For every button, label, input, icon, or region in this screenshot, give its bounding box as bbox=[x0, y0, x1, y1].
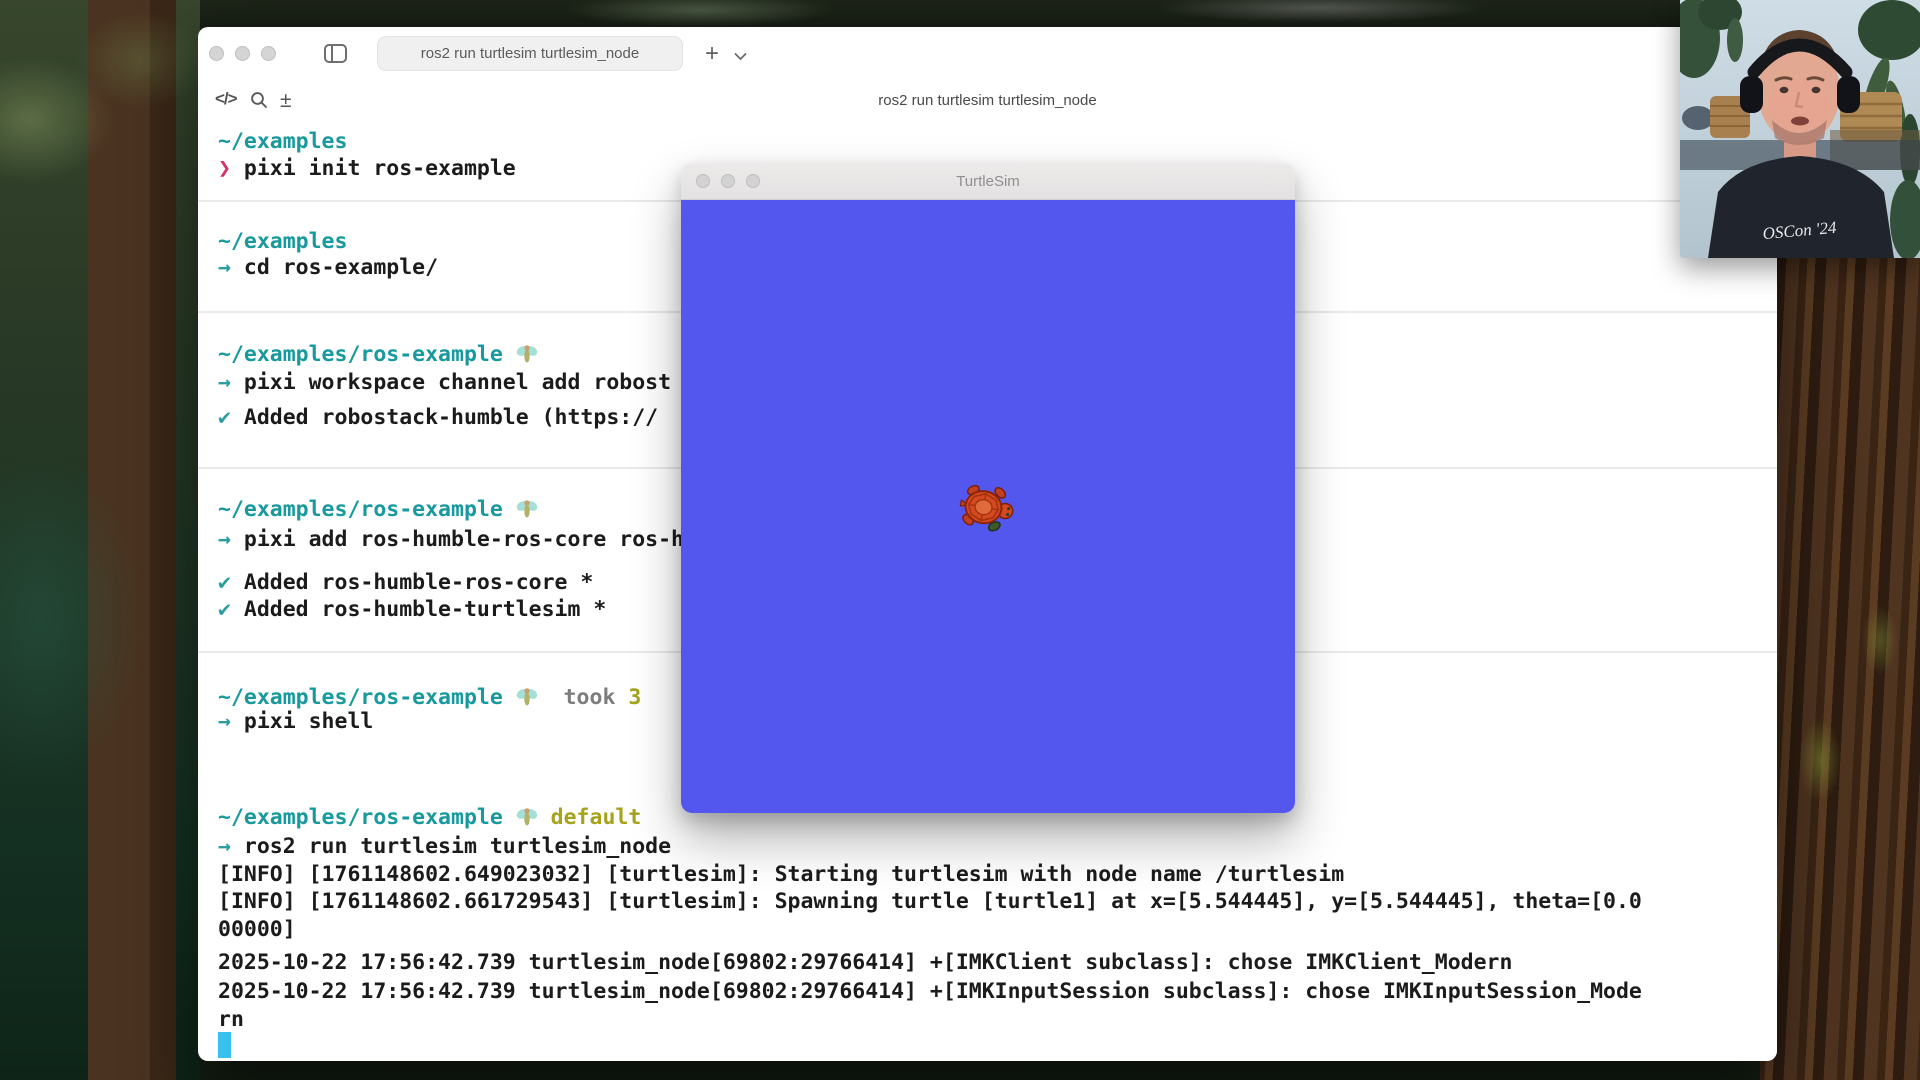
tab-label: ros2 run turtlesim turtlesim_node bbox=[421, 45, 639, 62]
terminal-line: → pixi add ros-humble-ros-core ros-h bbox=[218, 526, 684, 554]
terminal-line: ~/examples/ros-example bbox=[218, 496, 538, 524]
new-tab-button[interactable]: + bbox=[696, 36, 728, 71]
terminal-line: 00000] bbox=[218, 916, 296, 944]
terminal-cursor bbox=[218, 1032, 231, 1058]
chevron-down-icon[interactable] bbox=[734, 48, 747, 66]
terminal-line: 2025-10-22 17:56:42.739 turtlesim_node[6… bbox=[218, 978, 1642, 1006]
terminal-line: ~/examples bbox=[218, 128, 347, 156]
terminal-line: 2025-10-22 17:56:42.739 turtlesim_node[6… bbox=[218, 949, 1512, 977]
terminal-line: ✔ Added ros-humble-turtlesim * bbox=[218, 596, 606, 624]
minimize-window-button[interactable] bbox=[235, 46, 250, 61]
zoom-window-button[interactable] bbox=[261, 46, 276, 61]
terminal-line: ~/examples/ros-example default bbox=[218, 804, 641, 832]
terminal-line: → pixi workspace channel add robost bbox=[218, 369, 671, 397]
terminal-line: ~/examples/ros-example bbox=[218, 341, 538, 369]
terminal-line: → ros2 run turtlesim turtlesim_node bbox=[218, 833, 671, 861]
terminal-line: [INFO] [1761148602.661729543] [turtlesim… bbox=[218, 888, 1642, 916]
close-window-button[interactable] bbox=[209, 46, 224, 61]
turtlesim-canvas bbox=[681, 200, 1295, 813]
sidebar-toggle-icon[interactable] bbox=[324, 44, 347, 63]
fairy-emoji bbox=[516, 685, 538, 709]
wallpaper-top-canopy bbox=[200, 0, 1760, 30]
tab-ros2-run-turtlesim[interactable]: ros2 run turtlesim turtlesim_node bbox=[377, 36, 683, 71]
terminal-line: ~/examples bbox=[218, 228, 347, 256]
terminal-line: ✔ Added robostack-humble (https:// bbox=[218, 404, 658, 432]
terminal-toolbar: </> ± ros2 run turtlesim turtlesim_node bbox=[198, 83, 1777, 123]
wallpaper-left-forest bbox=[0, 0, 200, 1080]
fairy-emoji bbox=[516, 342, 538, 366]
window-title: ros2 run turtlesim turtlesim_node bbox=[198, 92, 1777, 109]
turtlesim-window: TurtleSim bbox=[681, 163, 1295, 813]
terminal-line: ❯ pixi init ros-example bbox=[218, 155, 516, 183]
turtlesim-title-bar[interactable]: TurtleSim bbox=[681, 163, 1295, 200]
terminal-line: [INFO] [1761148602.649023032] [turtlesim… bbox=[218, 861, 1344, 889]
fairy-emoji bbox=[516, 497, 538, 521]
webcam-overlay[interactable]: OSCon '24 bbox=[1680, 0, 1920, 258]
terminal-tab-bar[interactable]: ros2 run turtlesim turtlesim_node + bbox=[198, 27, 1777, 79]
webcam-video: OSCon '24 bbox=[1680, 0, 1920, 258]
turtle-sprite bbox=[951, 475, 1025, 546]
desktop: ~/examples❯ pixi init ros-example~/examp… bbox=[0, 0, 1920, 1080]
turtlesim-window-title: TurtleSim bbox=[681, 163, 1295, 200]
terminal-line: rn bbox=[218, 1006, 244, 1034]
fairy-emoji bbox=[516, 805, 538, 829]
terminal-line: ✔ Added ros-humble-ros-core * bbox=[218, 569, 593, 597]
terminal-line: → cd ros-example/ bbox=[218, 254, 438, 282]
terminal-line: → pixi shell bbox=[218, 708, 373, 736]
